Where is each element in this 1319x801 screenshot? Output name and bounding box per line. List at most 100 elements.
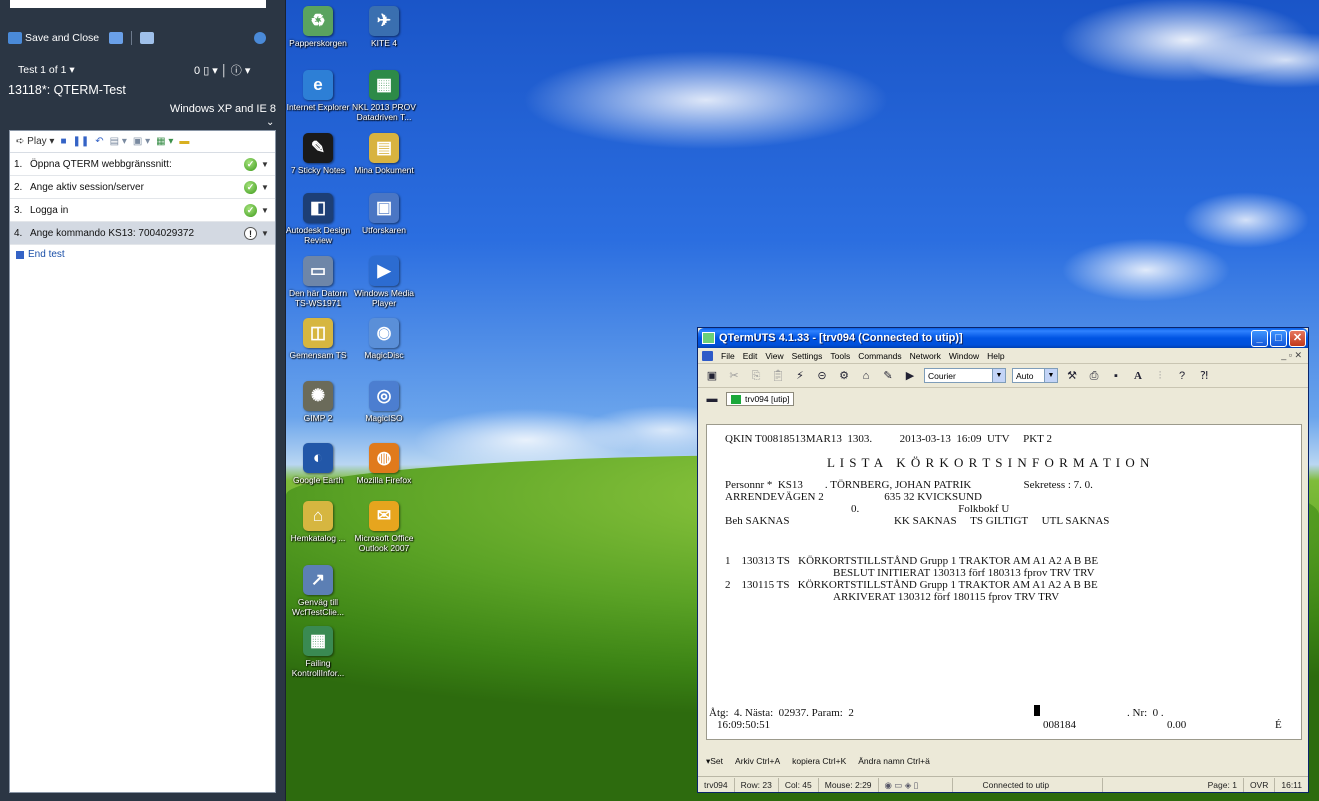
desktop-icon-home-folder[interactable]: ⌂ Hemkatalog ... (284, 501, 352, 543)
desktop-icon-excel-file[interactable]: ▦ NKL 2013 PROV Datadriven T... (350, 70, 418, 122)
child-window-controls[interactable]: _ ▫ ✕ (1281, 350, 1302, 361)
step-row-selected[interactable]: 4. Ange kommando KS13: 7004029372 ! ▼ (10, 222, 275, 245)
desktop-icon-computer[interactable]: ▭ Den här Datorn TS-WS1971 (284, 256, 352, 308)
connect-icon[interactable]: ⚡︎ (792, 368, 808, 384)
menu-window[interactable]: Window (949, 351, 979, 361)
desktop-icon-firefox[interactable]: ◍ Mozilla Firefox (350, 443, 418, 485)
terminal-screen[interactable]: QKIN T00818513MAR13 1303. 2013-03-13 16:… (706, 424, 1302, 740)
help-icon[interactable] (254, 32, 266, 44)
desktop-icon-documents[interactable]: ▤ Mina Dokument (350, 133, 418, 175)
new-session-icon[interactable]: ▣ (704, 368, 720, 384)
screenshot-icon[interactable]: ▣ ▾ (133, 136, 150, 147)
chevron-down-icon[interactable]: ▼ (261, 229, 275, 238)
menu-tools[interactable]: Tools (830, 351, 850, 361)
terminal-heading: L I S T A K Ö R K O R T S I N F O R M A … (827, 455, 1151, 470)
test-navigator[interactable]: Test 1 of 1 ▾ (18, 64, 75, 76)
menu-settings[interactable]: Settings (792, 351, 823, 361)
network-icon[interactable]: ⚙︎ (836, 368, 852, 384)
menu-help[interactable]: Help (987, 351, 1004, 361)
desktop-icon-google-earth[interactable]: ◐ Google Earth (284, 443, 352, 485)
status-col: Col: 45 (779, 777, 819, 792)
paste-icon[interactable]: 📋︎ (770, 368, 786, 384)
context-help-icon[interactable]: ⁈ (1196, 368, 1212, 384)
step-row[interactable]: 2. Ange aktiv session/server ✓ ▼ (10, 176, 275, 199)
stop-icon[interactable]: ■ (60, 136, 66, 147)
chevron-down-icon[interactable]: ▼ (261, 160, 275, 169)
play-button[interactable]: ➪ Play ▾ (16, 136, 54, 147)
desktop-icon-kite[interactable]: ✈ KITE 4 (350, 6, 418, 48)
font-icon[interactable]: A (1130, 368, 1146, 384)
key-kopiera[interactable]: kopiera Ctrl+K (792, 756, 846, 767)
runner-toolbar: Save and Close (0, 27, 286, 49)
document-icon[interactable] (702, 350, 713, 361)
record-icon[interactable]: ▦ ▾ (156, 136, 173, 147)
play-icon[interactable]: ▶ (902, 368, 918, 384)
print-icon[interactable]: ⎙ (1086, 368, 1102, 384)
desktop-icon-label: Windows Media Player (354, 288, 414, 308)
desktop-icon-sticky-notes[interactable]: ✎ 7 Sticky Notes (284, 133, 352, 175)
desktop-icon-outlook[interactable]: ✉ Microsoft Office Outlook 2007 (350, 501, 418, 553)
window-icon[interactable] (140, 32, 155, 44)
disconnect-icon[interactable]: ⊝ (814, 368, 830, 384)
desktop-icon-internet-explorer[interactable]: e Internet Explorer (284, 70, 352, 112)
status-bar: trv094 Row: 23 Col: 45 Mouse: 2:29 ◉ ▭ ◈… (698, 776, 1308, 792)
desktop-icon-autodesk[interactable]: ◧ Autodesk Design Review (284, 193, 352, 245)
undo-icon[interactable]: ↶ (95, 136, 103, 147)
menu-commands[interactable]: Commands (858, 351, 901, 361)
font-select[interactable]: Courier ▼ (924, 368, 1006, 383)
chevron-down-icon[interactable]: ▼ (261, 183, 275, 192)
menu-view[interactable]: View (765, 351, 783, 361)
window-titlebar[interactable]: QTermUTS 4.1.33 - [trv094 (Connected to … (698, 328, 1308, 348)
script-icon[interactable]: ✎ (880, 368, 896, 384)
desktop-icon-network-folder[interactable]: ◫ Gemensam TS (284, 318, 352, 360)
pass-check-icon[interactable]: ✓ (244, 157, 257, 171)
size-select[interactable]: Auto ▼ (1012, 368, 1058, 383)
close-button[interactable]: ✕ (1289, 329, 1306, 347)
end-test-link[interactable]: End test (10, 245, 275, 264)
info-icon[interactable]: ! (244, 226, 257, 240)
menu-network[interactable]: Network (910, 351, 941, 361)
pass-check-icon[interactable]: ✓ (244, 180, 257, 194)
desktop-icon-gimp[interactable]: ✺ GIMP 2 (284, 381, 352, 423)
minimize-button[interactable]: _ (1251, 329, 1268, 347)
desktop-icon-magiciso[interactable]: ◎ MagicISO (350, 381, 418, 423)
save-icon[interactable]: ▪ (1108, 368, 1124, 384)
capture-icon[interactable]: ▤ ▾ (110, 136, 127, 147)
pass-check-icon[interactable]: ✓ (244, 203, 257, 217)
key-arkiv[interactable]: Arkiv Ctrl+A (735, 756, 780, 767)
chart-icon[interactable]: ⫶ (1152, 368, 1168, 384)
desktop-icon-failing-file[interactable]: ▦ Failing KontrollInfor... (284, 626, 352, 678)
cut-icon[interactable]: ✂ (726, 368, 742, 384)
session-tab[interactable]: trv094 [utip] (726, 392, 795, 406)
help-icon[interactable]: ? (1174, 368, 1190, 384)
maximize-button[interactable]: □ (1270, 329, 1287, 347)
desktop-icon-magicdisc[interactable]: ◉ MagicDisc (350, 318, 418, 360)
desktop-icon-shortcut[interactable]: ↗ Genväg till WcfTestClie... (284, 565, 352, 617)
copy-icon[interactable]: ⎘ (748, 368, 764, 384)
desktop-icon-media-player[interactable]: ▶ Windows Media Player (350, 256, 418, 308)
save-and-close-button[interactable]: Save and Close (8, 32, 99, 44)
settings-icon[interactable]: ⚒︎ (1064, 368, 1080, 384)
attachments-indicator[interactable]: 0 ▯ ▾ │ ⓘ ▾ (194, 62, 250, 78)
macro-icon[interactable]: ⌂ (858, 368, 874, 384)
step-row[interactable]: 3. Logga in ✓ ▼ (10, 199, 275, 222)
chevron-down-icon[interactable]: ⌄ (266, 117, 274, 128)
comment-icon[interactable]: ▬ (179, 136, 189, 147)
desktop-icon-recycle-bin[interactable]: ♻ Papperskorgen (284, 6, 352, 48)
home-folder-icon: ⌂ (303, 501, 333, 531)
chevron-down-icon[interactable]: ▼ (261, 206, 275, 215)
menu-edit[interactable]: Edit (743, 351, 758, 361)
explorer-icon: ▣ (369, 193, 399, 223)
key-andra-namn[interactable]: Ändra namn Ctrl+ä (858, 756, 930, 767)
stop-square-icon (16, 250, 24, 259)
pause-icon[interactable]: ❚❚ (72, 136, 89, 147)
key-set[interactable]: ▾Set (706, 756, 723, 767)
desktop-icon-explorer[interactable]: ▣ Utforskaren (350, 193, 418, 235)
save-icon[interactable] (109, 32, 124, 44)
step-row[interactable]: 1. Öppna QTERM webbgränssnitt: ✓ ▼ (10, 153, 275, 176)
menu-file[interactable]: File (721, 351, 735, 361)
session-list-icon[interactable]: ▬ (704, 391, 720, 407)
desktop-icon-label: Hemkatalog ... (290, 533, 346, 543)
desktop-icon-label: GIMP 2 (303, 413, 333, 423)
connected-icon (731, 394, 741, 404)
